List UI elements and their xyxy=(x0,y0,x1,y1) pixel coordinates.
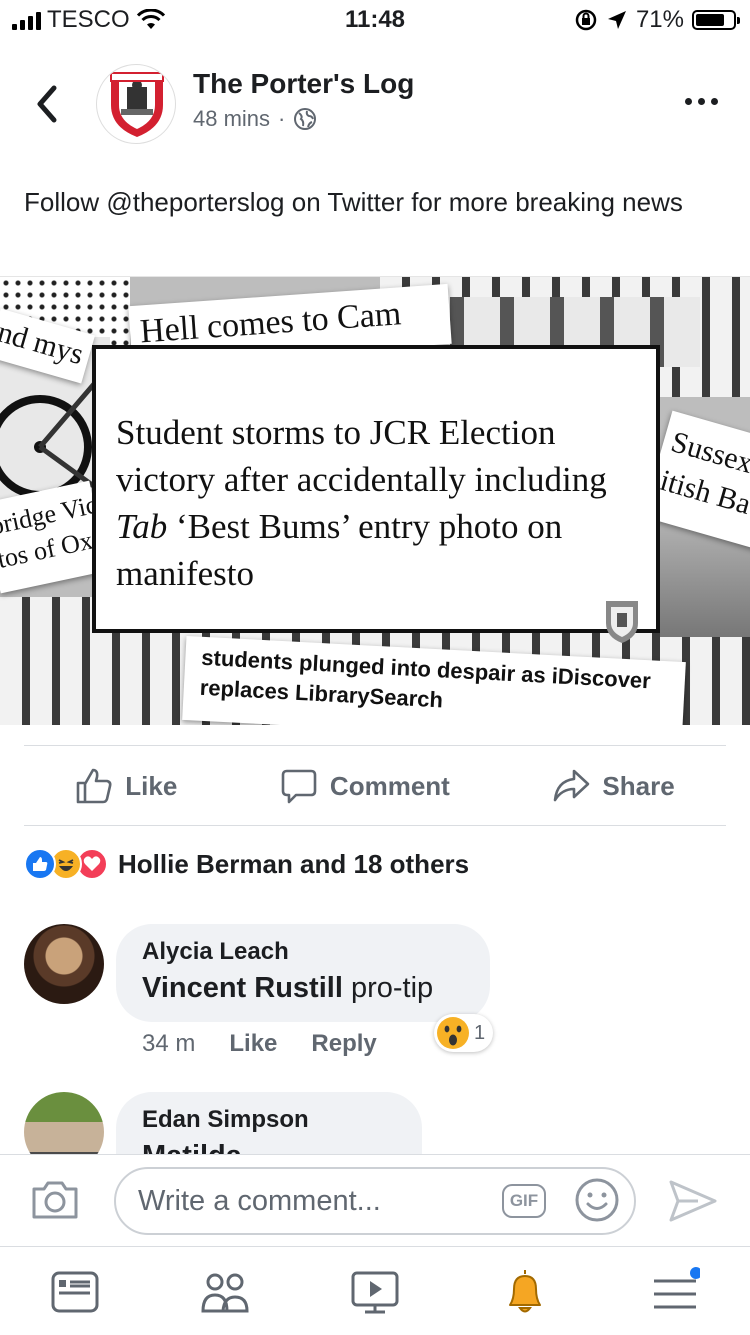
action-divider-bottom xyxy=(24,825,726,826)
share-arrow-icon xyxy=(554,769,590,802)
comment-reply-button[interactable]: Reply xyxy=(311,1030,376,1058)
like-button[interactable]: Like xyxy=(75,767,177,805)
tagged-user[interactable]: Vincent Rustill xyxy=(142,972,343,1004)
comment-input[interactable]: Write a comment... xyxy=(114,1167,636,1235)
tab-watch[interactable] xyxy=(350,1267,400,1317)
camera-icon xyxy=(32,1181,78,1219)
reactions-text: Hollie Berman and 18 others xyxy=(118,848,470,879)
headline-card: Student storms to JCR Election victory a… xyxy=(92,345,660,643)
comment-text: Vincent Rustill pro-tip xyxy=(142,972,434,1004)
reactions-summary[interactable]: Hollie Berman and 18 others xyxy=(24,848,469,880)
comment-bubble-icon xyxy=(281,769,317,804)
wow-reaction-icon xyxy=(437,1017,469,1049)
like-label: Like xyxy=(125,770,178,801)
post-actions: Like Comment Share xyxy=(24,746,726,826)
reaction-count: 1 xyxy=(474,1021,486,1044)
comment-time: 34 m xyxy=(142,1030,196,1057)
news-feed-icon xyxy=(51,1271,99,1313)
share-label: Share xyxy=(602,770,675,801)
comment-like-button[interactable]: Like xyxy=(229,1030,277,1058)
send-arrow-icon xyxy=(669,1180,717,1222)
tab-menu[interactable] xyxy=(650,1267,702,1317)
college-crest-logo xyxy=(110,72,164,137)
tab-groups[interactable] xyxy=(200,1267,250,1317)
like-reaction-icon xyxy=(24,848,56,880)
post-image[interactable]: Hell comes to Cam nd mys bridge Vice tos … xyxy=(0,276,750,725)
chevron-left-icon xyxy=(37,85,57,123)
post-meta: 48 mins · xyxy=(193,106,317,132)
status-bar: TESCO 11:48 71% xyxy=(0,0,750,40)
bottom-tab-bar xyxy=(0,1246,750,1335)
system-indicators: 71% xyxy=(574,6,740,34)
comment-label: Comment xyxy=(329,770,450,801)
watch-video-icon xyxy=(351,1271,399,1314)
post-text: Follow @theporterslog on Twitter for mor… xyxy=(24,187,683,217)
share-button[interactable]: Share xyxy=(552,767,675,805)
tab-notifications[interactable] xyxy=(500,1267,550,1317)
emoji-button[interactable] xyxy=(574,1177,620,1223)
page-avatar[interactable] xyxy=(96,64,176,144)
comment-button[interactable]: Comment xyxy=(280,767,450,805)
comment-composer: Write a comment... GIF xyxy=(0,1154,750,1247)
commenter-avatar[interactable] xyxy=(24,924,104,1004)
crest-watermark-icon xyxy=(606,601,638,643)
tab-news-feed[interactable] xyxy=(50,1267,100,1317)
rotation-lock-icon xyxy=(575,9,597,31)
comment-author[interactable]: Alycia Leach xyxy=(142,938,464,966)
thumbs-up-icon xyxy=(76,768,112,804)
groups-icon xyxy=(201,1273,249,1313)
post-time[interactable]: 48 mins xyxy=(193,106,270,132)
comment-bubble: Alycia Leach Vincent Rustill pro-tip xyxy=(116,924,490,1022)
comment-author[interactable]: Edan Simpson xyxy=(142,1106,396,1134)
back-button[interactable] xyxy=(28,80,68,128)
smiley-icon xyxy=(575,1178,619,1222)
battery-icon xyxy=(692,10,740,30)
globe-icon xyxy=(294,108,317,130)
headline-text: Student storms to JCR Election victory a… xyxy=(116,413,607,593)
meta-separator: · xyxy=(278,106,286,131)
send-button[interactable] xyxy=(668,1179,718,1223)
comment-meta: 34 m Like Reply xyxy=(142,1030,377,1058)
menu-hamburger-icon xyxy=(654,1267,702,1309)
comment-reaction-badge[interactable]: 1 xyxy=(434,1014,494,1052)
camera-button[interactable] xyxy=(30,1177,80,1223)
more-options-button[interactable] xyxy=(685,98,718,105)
location-arrow-icon xyxy=(607,11,626,29)
bell-icon xyxy=(509,1270,541,1313)
battery-percent: 71% xyxy=(635,6,684,33)
page-name[interactable]: The Porter's Log xyxy=(193,68,414,100)
gif-button[interactable]: GIF xyxy=(502,1184,546,1218)
